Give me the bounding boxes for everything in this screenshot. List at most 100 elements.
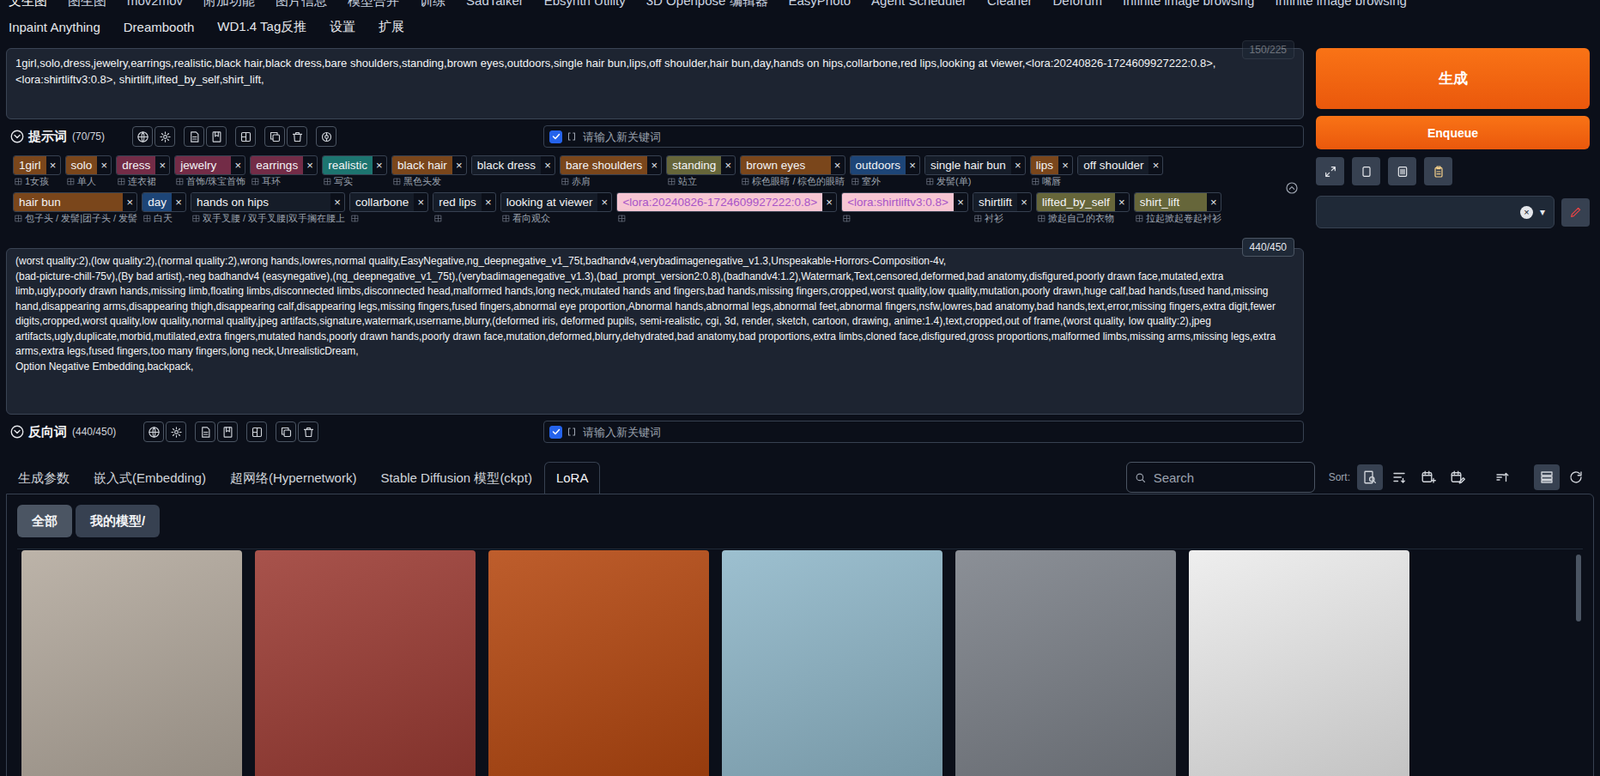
globe-button[interactable] (143, 421, 164, 443)
main-tab[interactable]: Dreambooth (121, 19, 216, 35)
trashlist-button[interactable] (1387, 157, 1417, 186)
tag-chip[interactable]: earrings×耳环 (249, 155, 318, 188)
tag-remove[interactable]: × (372, 156, 387, 175)
tag-remove[interactable]: × (230, 156, 245, 175)
gear-button[interactable] (154, 126, 176, 147)
tag-label[interactable]: 1girl (13, 156, 47, 175)
tag-chip[interactable]: shirtlift×衬衫 (972, 192, 1032, 225)
tag-chip[interactable]: dress×连衣裙 (115, 155, 170, 188)
tag-chip[interactable]: red lips× (432, 192, 497, 225)
tag-label[interactable]: off shoulder (1078, 156, 1149, 175)
tag-label[interactable]: earrings (250, 156, 304, 175)
layout-button[interactable] (235, 126, 256, 147)
folder-button[interactable]: 全部 (17, 504, 73, 538)
tag-label[interactable]: bare shoulders (560, 156, 648, 175)
tag-chip[interactable]: single hair bun×发髻(单) (924, 155, 1026, 188)
gear2-button[interactable] (315, 126, 337, 147)
model-card[interactable] (721, 550, 943, 776)
tag-chip[interactable]: <lora:20240826-1724609927222:0.8>× (616, 192, 837, 225)
tag-label[interactable]: collarbone (350, 193, 414, 212)
tag-chip[interactable]: collarbone× (349, 192, 429, 225)
tag-label[interactable]: standing (666, 156, 722, 175)
tag-label[interactable]: looking at viewer (501, 193, 599, 212)
file-button[interactable] (194, 421, 216, 443)
tag-chip[interactable]: hair bun×包子头 / 发髻|团子头 / 发髻 (12, 192, 138, 225)
tag-chip[interactable]: standing×站立 (666, 155, 736, 188)
negative-prompt-textarea[interactable]: (worst quality:2),(low quality:2),(norma… (6, 248, 1304, 415)
tag-remove[interactable]: × (597, 193, 612, 212)
tag-remove[interactable]: × (1011, 156, 1025, 175)
main-tab[interactable]: mov2mov (124, 0, 194, 11)
tag-chip[interactable]: hands on hips×双手叉腰 / 双手叉腰|双手搁在腰上 (190, 192, 346, 225)
tag-label[interactable]: day (142, 193, 172, 212)
tag-chip[interactable]: realistic×写实 (321, 155, 388, 188)
sort-option[interactable] (1489, 464, 1516, 491)
enable-checkbox[interactable] (549, 425, 563, 439)
copy-button[interactable] (275, 421, 297, 443)
bookmark-button[interactable] (217, 421, 238, 443)
tag-label[interactable]: shirtlift (973, 193, 1018, 212)
model-card[interactable] (488, 550, 710, 776)
collapse-tags-button[interactable] (1284, 181, 1299, 199)
sort-option[interactable] (1533, 464, 1560, 491)
tag-label[interactable]: red lips (433, 193, 482, 212)
prompt-textarea[interactable]: 1girl,solo,dress,jewelry,earrings,realis… (6, 48, 1304, 120)
tag-remove[interactable]: × (1206, 193, 1221, 212)
tag-label[interactable]: hair bun (13, 193, 123, 212)
sort-option[interactable] (1444, 464, 1471, 491)
main-tab[interactable]: 3D Openpose 编辑器 (643, 0, 779, 11)
main-tab[interactable]: Ebsynth Utility (541, 0, 637, 11)
edit-style-button[interactable] (1561, 198, 1590, 227)
network-tab[interactable]: LoRA (544, 461, 601, 495)
tag-chip[interactable]: solo×单人 (65, 155, 113, 188)
main-tab[interactable]: SadTalker (463, 0, 534, 11)
tag-remove[interactable]: × (413, 193, 428, 212)
keyword-field[interactable] (581, 129, 1298, 145)
tag-remove[interactable]: × (303, 156, 317, 175)
tag-chip[interactable]: off shoulder× (1077, 155, 1164, 188)
tag-remove[interactable]: × (647, 156, 661, 175)
tag-label[interactable]: shirt_lift (1134, 193, 1207, 212)
tag-label[interactable]: jewelry (175, 156, 231, 175)
tag-label[interactable]: dress (116, 156, 156, 175)
tag-label[interactable]: lips (1030, 156, 1059, 175)
main-tab[interactable]: 设置 (327, 18, 376, 36)
collapse-toggle[interactable]: 提示词(70/75) (6, 128, 105, 146)
globe-button[interactable] (132, 126, 153, 147)
tag-remove[interactable]: × (122, 193, 137, 212)
main-tab[interactable]: Infinite image browsing (1272, 0, 1417, 11)
tag-remove[interactable]: × (1115, 193, 1129, 212)
sort-option[interactable] (1357, 464, 1383, 491)
copy-button[interactable] (264, 126, 285, 147)
tag-remove[interactable]: × (1148, 156, 1163, 175)
tag-label[interactable]: realistic (322, 156, 373, 175)
network-tab[interactable]: 超网络(Hypernetwork) (218, 461, 370, 494)
layout-button[interactable] (246, 421, 267, 443)
tag-remove[interactable]: × (481, 193, 496, 212)
dropdown-arrow[interactable]: ▾ (1539, 206, 1546, 219)
tag-remove[interactable]: × (452, 156, 467, 175)
tag-label[interactable]: outdoors (850, 156, 907, 175)
square-button[interactable] (1351, 157, 1381, 186)
clear-button[interactable]: × (1520, 206, 1534, 219)
keyword-field[interactable] (581, 424, 1298, 440)
tag-remove[interactable]: × (721, 156, 735, 175)
model-card[interactable] (1188, 550, 1410, 776)
network-tab[interactable]: Stable Diffusion 模型(ckpt) (368, 461, 544, 494)
tag-chip[interactable]: day×白天 (141, 192, 187, 225)
tag-remove[interactable]: × (330, 193, 345, 212)
tag-label[interactable]: <lora:20240826-1724609927222:0.8> (617, 193, 823, 212)
network-tab[interactable]: 嵌入式(Embedding) (81, 461, 219, 494)
tag-chip[interactable]: outdoors×室外 (849, 155, 922, 188)
expand-button[interactable] (1315, 157, 1345, 186)
network-tab[interactable]: 生成参数 (6, 461, 82, 494)
tag-remove[interactable]: × (46, 156, 61, 175)
main-tab[interactable]: 附加功能 (200, 0, 266, 11)
bookmark-button[interactable] (206, 126, 227, 147)
tag-remove[interactable]: × (822, 193, 837, 212)
clipboard-button[interactable] (1424, 157, 1453, 186)
main-tab[interactable]: Cleaner (984, 0, 1043, 11)
main-tab[interactable]: 扩展 (375, 18, 425, 36)
tag-remove[interactable]: × (1058, 156, 1073, 175)
main-tab[interactable]: 文生图 (6, 0, 58, 11)
